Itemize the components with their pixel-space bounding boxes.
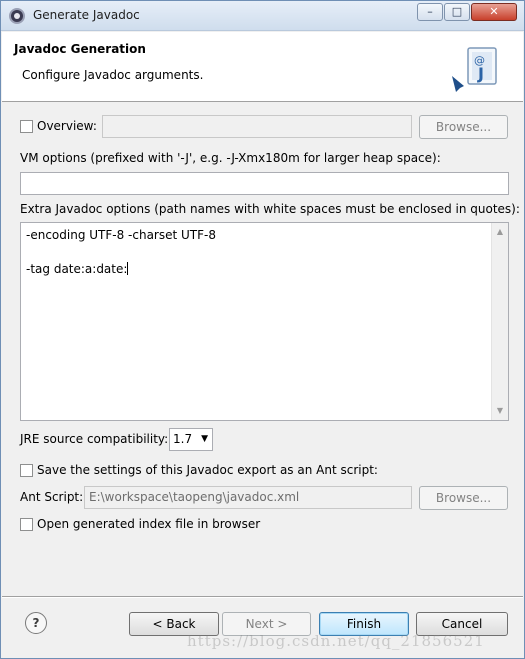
minimize-button[interactable]: – (417, 3, 443, 21)
extra-options-line-3-wrap: -tag date:a:date: (26, 262, 129, 276)
extra-options-label: Extra Javadoc options (path names with w… (20, 202, 520, 216)
jre-compat-label: JRE source compatibility: (20, 432, 169, 446)
javadoc-wizard-icon: @ J (452, 47, 497, 92)
scroll-up-arrow-icon[interactable]: ▲ (492, 225, 508, 239)
extra-options-line-3: -tag date:a:date: (26, 262, 128, 276)
overview-field (102, 115, 412, 138)
close-button[interactable]: ✕ (471, 3, 517, 21)
vm-options-input[interactable] (20, 172, 509, 195)
jre-compat-value: 1.7 (173, 432, 193, 446)
page-description: Configure Javadoc arguments. (22, 68, 204, 82)
wizard-banner: Javadoc Generation Configure Javadoc arg… (2, 32, 523, 102)
overview-browse-button: Browse... (419, 115, 508, 139)
jre-compat-select[interactable]: 1.7 ▼ (169, 428, 213, 451)
generate-javadoc-dialog: Generate Javadoc – □ ✕ Javadoc Generatio… (0, 0, 525, 659)
footer-separator (2, 596, 523, 598)
ant-script-label: Ant Script: (20, 490, 84, 504)
title-bar[interactable]: Generate Javadoc – □ ✕ (1, 1, 524, 31)
vm-options-label: VM options (prefixed with '-J', e.g. -J-… (20, 151, 441, 165)
scroll-down-arrow-icon[interactable]: ▼ (492, 404, 508, 418)
help-icon[interactable]: ? (25, 612, 47, 634)
open-index-label: Open generated index file in browser (37, 517, 261, 531)
text-caret (127, 262, 129, 275)
overview-checkbox[interactable] (20, 120, 33, 133)
page-title: Javadoc Generation (14, 42, 146, 56)
save-ant-label: Save the settings of this Javadoc export… (37, 463, 378, 477)
maximize-button[interactable]: □ (444, 3, 470, 21)
extra-options-textarea[interactable]: -encoding UTF-8 -charset UTF-8 -tag date… (20, 222, 509, 421)
chevron-down-icon: ▼ (201, 434, 208, 444)
save-ant-checkbox[interactable] (20, 464, 33, 477)
eclipse-icon (9, 8, 25, 24)
open-index-checkbox[interactable] (20, 518, 33, 531)
overview-label: Overview: (37, 119, 97, 133)
icon-j-glyph: J (477, 64, 484, 83)
ant-browse-button: Browse... (419, 486, 508, 510)
ant-script-field: E:\workspace\taopeng\javadoc.xml (84, 486, 412, 509)
extra-options-line-1: -encoding UTF-8 -charset UTF-8 (26, 228, 216, 242)
textarea-scrollbar[interactable]: ▲ ▼ (491, 223, 508, 420)
watermark: https://blog.csdn.net/qq_21856521 (187, 632, 485, 650)
window-title: Generate Javadoc (33, 8, 140, 22)
